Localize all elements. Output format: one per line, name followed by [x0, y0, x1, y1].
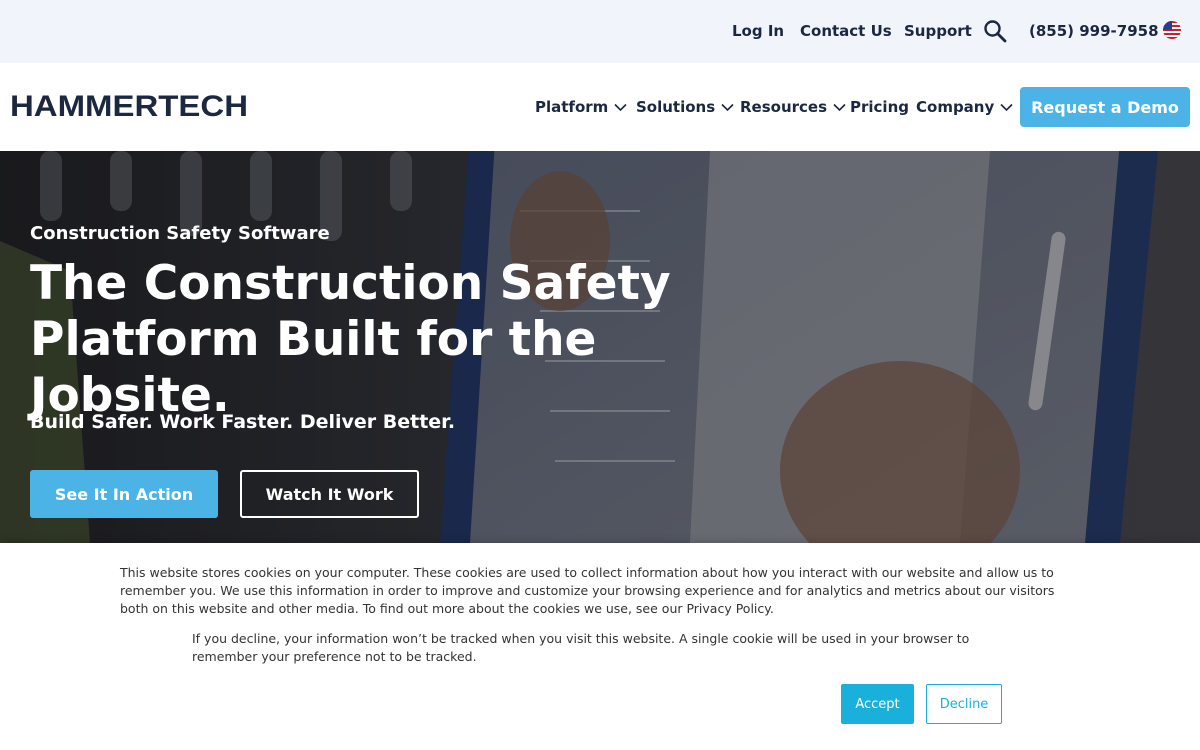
accept-cookies-button[interactable]: Accept — [841, 684, 914, 724]
nav-resources-label: Resources — [740, 98, 828, 116]
chevron-down-icon — [614, 103, 627, 111]
cookie-banner: This website stores cookies on your comp… — [0, 543, 1200, 750]
nav-resources[interactable]: Resources — [740, 98, 846, 116]
see-it-in-action-button[interactable]: See It In Action — [30, 470, 218, 518]
us-flag-icon[interactable] — [1163, 21, 1181, 39]
chevron-down-icon — [721, 103, 734, 111]
utility-bar: Log In Contact Us Support (855) 999-7958 — [0, 0, 1200, 63]
search-icon[interactable] — [983, 19, 1007, 43]
hero-eyebrow: Construction Safety Software — [30, 223, 330, 244]
nav-pricing[interactable]: Pricing — [850, 98, 909, 116]
cookie-notice-text: This website stores cookies on your comp… — [120, 565, 1055, 616]
request-demo-button[interactable]: Request a Demo — [1020, 87, 1190, 127]
nav-solutions[interactable]: Solutions — [636, 98, 734, 116]
nav-company[interactable]: Company — [916, 98, 1013, 116]
nav-platform[interactable]: Platform — [535, 98, 627, 116]
support-link[interactable]: Support — [904, 22, 972, 40]
hero-section: Construction Safety Software The Constru… — [0, 151, 1200, 543]
hero-title-line1: The Construction Safety — [30, 256, 671, 311]
phone-link[interactable]: (855) 999-7958 — [1029, 22, 1159, 40]
nav-company-label: Company — [916, 98, 995, 116]
chevron-down-icon — [1000, 103, 1013, 111]
hero-subtitle: Build Safer. Work Faster. Deliver Better… — [30, 411, 456, 433]
hero-title: The Construction Safety Platform Built f… — [30, 256, 790, 424]
cookie-decline-text: If you decline, your information won’t b… — [192, 631, 970, 664]
contact-us-link[interactable]: Contact Us — [800, 22, 892, 40]
decline-cookies-button[interactable]: Decline — [926, 684, 1002, 724]
watch-it-work-button[interactable]: Watch It Work — [240, 470, 419, 518]
hammertech-logo[interactable]: HAMMERTECH — [10, 91, 250, 119]
chevron-down-icon — [833, 103, 846, 111]
nav-solutions-label: Solutions — [636, 98, 716, 116]
nav-platform-label: Platform — [535, 98, 609, 116]
main-navigation: HAMMERTECH Platform Solutions Resources … — [0, 63, 1200, 151]
login-link[interactable]: Log In — [732, 22, 784, 40]
hero-title-line2: Platform Built for the Jobsite. — [30, 312, 597, 423]
logo-text: HAMMERTECH — [10, 91, 248, 119]
nav-pricing-label: Pricing — [850, 98, 909, 116]
